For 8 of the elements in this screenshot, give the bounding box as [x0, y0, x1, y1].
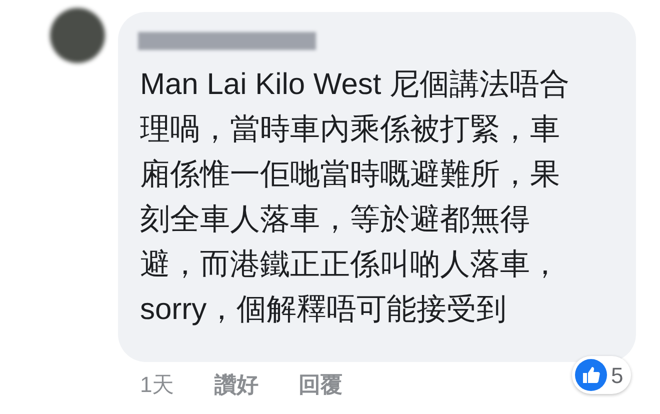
reaction-badge[interactable]: 5: [572, 356, 632, 394]
action-link[interactable]: 回覆: [298, 368, 342, 401]
thumbs-up-icon: [575, 359, 607, 391]
reaction-count: 5: [611, 362, 624, 390]
timestamp: 1天: [140, 371, 174, 399]
comment-text: Man Lai Kilo West 尼個講法唔合 理喎，當時車內乘係被打緊，車 廂係惟一佢哋當時嘅避難所，果 刻全車人落車，等於避都無得 避，而港鐵正正係叫啲人落車， sorry，個解釋唔可能接受到: [140, 67, 570, 328]
action-link[interactable]: 讚好: [214, 368, 258, 401]
avatar[interactable]: [50, 8, 105, 63]
